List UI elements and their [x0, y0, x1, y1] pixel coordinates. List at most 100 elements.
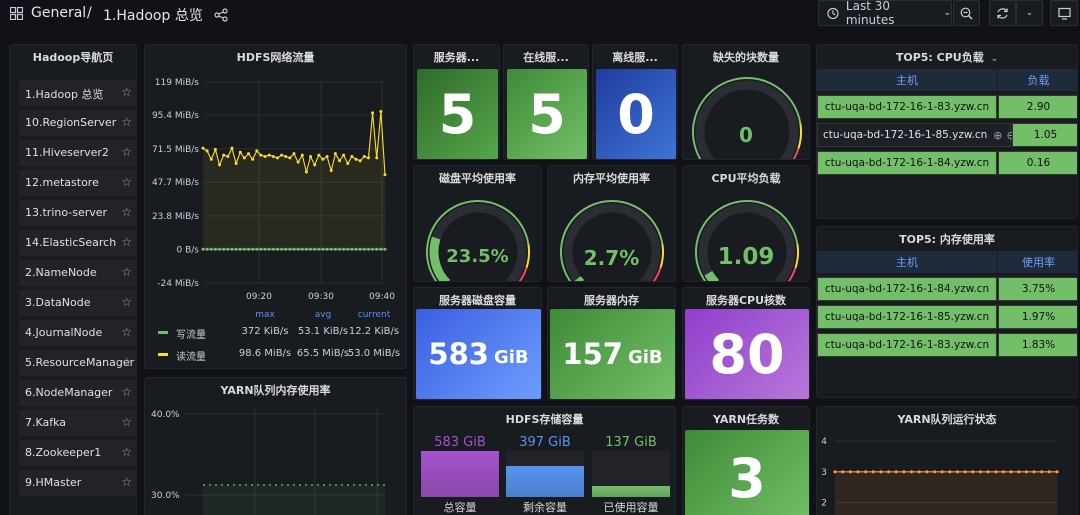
apps-grid-icon[interactable] [10, 7, 23, 20]
data-point [358, 159, 362, 163]
data-point [325, 154, 329, 158]
clock-icon [827, 7, 839, 19]
nav-item[interactable]: 11.Hiveserver2 ☆ [19, 140, 136, 166]
star-icon[interactable]: ☆ [121, 355, 132, 369]
data-point [267, 247, 271, 251]
series-area [203, 485, 385, 515]
data-point [321, 157, 325, 161]
refresh-interval-dropdown[interactable]: ⌄ [1016, 0, 1043, 26]
table-header-load[interactable]: 负载 [998, 69, 1077, 91]
nav-item[interactable]: 7.Kafka ☆ [19, 410, 136, 436]
view-mode-button[interactable] [1050, 0, 1078, 26]
nav-item-label: 4.JournalNode [25, 326, 103, 339]
legend-series-name[interactable]: 写流量 [176, 326, 206, 341]
nav-item[interactable]: 6.NodeManager ☆ [19, 380, 136, 406]
table-header-usage[interactable]: 使用率 [998, 251, 1077, 273]
table-cell-host[interactable]: ctu-uqa-bd-172-16-1-84.yzw.cn [817, 277, 997, 301]
panel-title[interactable]: TOP5: CPU负载 ⌄ [817, 49, 1077, 65]
data-point [317, 247, 321, 251]
star-icon[interactable]: ☆ [121, 295, 132, 309]
breadcrumb-folder[interactable]: General [31, 5, 86, 21]
nav-item[interactable]: 10.RegionServer ☆ [19, 110, 136, 136]
table-header-host[interactable]: 主机 [817, 251, 997, 273]
hdfs-storage-panel: HDFS存储容量 583 GiB 总容量 397 GiB 剩余容量 137 GiB 已使用… [413, 406, 676, 515]
offline-servers-stat-panel: 离线服... 0 [592, 44, 678, 160]
nav-item[interactable]: 8.Zookeeper1 ☆ [19, 440, 136, 466]
nav-item[interactable]: 14.ElasticSearch ☆ [19, 230, 136, 256]
gauge-value: 2.7% [583, 246, 640, 270]
data-point [986, 470, 990, 474]
yarn-memory-panel: YARN队列内存使用率 40.0% 30.0% [144, 377, 407, 515]
zoom-out-button[interactable] [953, 0, 980, 26]
legend-header[interactable]: max [240, 310, 290, 320]
star-icon[interactable]: ☆ [121, 325, 132, 339]
star-icon[interactable]: ☆ [121, 265, 132, 279]
data-point [304, 170, 308, 174]
yarn-queue-chart[interactable]: 4 3 2 [817, 407, 1078, 515]
share-icon[interactable] [214, 8, 228, 22]
bar-value: 397 GiB [519, 435, 571, 450]
star-icon[interactable]: ☆ [121, 145, 132, 159]
time-range-picker[interactable]: Last 30 minutes ⌄ [818, 0, 952, 27]
nav-item[interactable]: 5.ResourceManager ☆ [19, 350, 136, 376]
panel-title: YARN任务数 [712, 413, 780, 426]
data-point [304, 247, 308, 251]
yarn-tasks-panel: YARN任务数 3 [682, 406, 810, 515]
stat-value-box: 5 [507, 69, 587, 159]
star-icon[interactable]: ☆ [121, 205, 132, 219]
stat-value-box: 157 GiB [550, 309, 675, 399]
data-point [879, 470, 883, 474]
panel-title: TOP5: 内存使用率 [899, 233, 995, 246]
nav-item[interactable]: 12.metastore ☆ [19, 170, 136, 196]
stat-value-box: 80 [685, 309, 809, 399]
data-point [1032, 470, 1036, 474]
nav-item[interactable]: 13.trino-server ☆ [19, 200, 136, 226]
star-icon[interactable]: ☆ [121, 175, 132, 189]
star-icon[interactable]: ☆ [121, 385, 132, 399]
zoom-in-icon[interactable]: ⊕ [993, 129, 1002, 142]
data-point [971, 470, 975, 474]
host-name: ctu-uqa-bd-172-16-1-83.yzw.cn [824, 101, 990, 113]
nav-item[interactable]: 4.JournalNode ☆ [19, 320, 136, 346]
star-icon[interactable]: ☆ [121, 475, 132, 489]
data-point [292, 247, 296, 251]
data-point [213, 147, 217, 151]
data-point [222, 247, 226, 251]
legend-header[interactable]: avg [298, 310, 348, 320]
data-point [932, 470, 937, 474]
data-point [321, 247, 325, 251]
table-cell-host[interactable]: ctu-uqa-bd-172-16-1-84.yzw.cn [817, 151, 997, 175]
star-icon[interactable]: ☆ [121, 85, 132, 99]
nav-item[interactable]: 1.Hadoop 总览 ☆ [19, 80, 136, 106]
star-icon[interactable]: ☆ [121, 235, 132, 249]
breadcrumb-dashboard-title[interactable]: 1.Hadoop 总览 [103, 5, 203, 25]
hdfs-traffic-chart[interactable]: 119 MiB/s 95.4 MiB/s 71.5 MiB/s 47.7 MiB/s 2… [145, 45, 407, 305]
table-cell-host[interactable]: ctu-uqa-bd-172-16-1-83.yzw.cn [817, 95, 997, 119]
data-point [230, 247, 234, 251]
star-icon[interactable]: ☆ [121, 445, 132, 459]
stat-value: 0 [617, 82, 655, 146]
refresh-button[interactable] [989, 0, 1016, 26]
table-cell-host[interactable]: ctu-uqa-bd-172-16-1-83.yzw.cn [817, 333, 997, 357]
data-point [247, 152, 250, 156]
nav-item[interactable]: 9.HMaster ☆ [19, 470, 136, 496]
nav-item[interactable]: 2.NameNode ☆ [19, 260, 136, 286]
table-cell-host[interactable]: ctu-uqa-bd-172-16-1-85.yzw.cn [817, 305, 997, 329]
data-point [994, 470, 998, 474]
gauge-track [429, 203, 527, 281]
nav-item[interactable]: 3.DataNode ☆ [19, 290, 136, 316]
star-icon[interactable]: ☆ [121, 415, 132, 429]
y-tick-label: 0 B/s [177, 245, 200, 255]
data-point [864, 470, 868, 474]
y-tick-label: 4 [821, 437, 827, 447]
table-cell-host[interactable]: ctu-uqa-bd-172-16-1-85.yzw.cn⊕⊖ [817, 123, 1016, 147]
star-icon[interactable]: ☆ [121, 115, 132, 129]
data-point [317, 153, 321, 157]
data-point [271, 247, 275, 251]
table-header-host[interactable]: 主机 [817, 69, 997, 91]
legend-series-name[interactable]: 读流量 [176, 348, 206, 363]
chevron-down-icon: ⌄ [943, 8, 951, 18]
host-name: ctu-uqa-bd-172-16-1-85.yzw.cn [823, 129, 988, 141]
yarn-memory-chart[interactable]: 40.0% 30.0% [145, 378, 407, 515]
legend-header[interactable]: current [349, 310, 399, 320]
